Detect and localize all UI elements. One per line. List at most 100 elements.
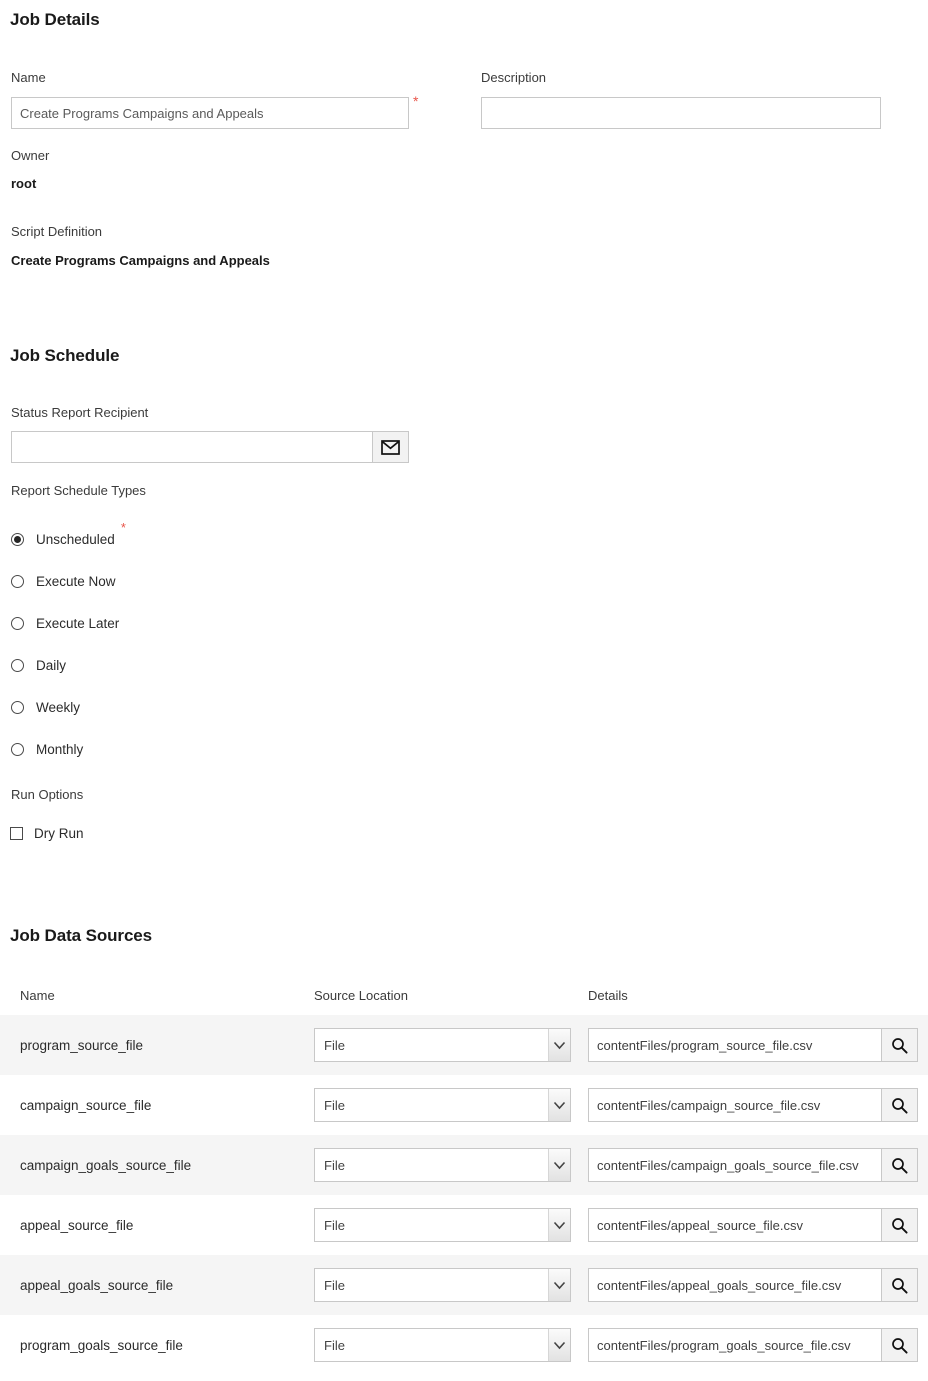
name-label: Name [11, 70, 46, 85]
data-source-name: appeal_source_file [20, 1217, 134, 1233]
radio-label: Execute Now [36, 573, 116, 589]
email-recipient-button[interactable] [373, 431, 409, 463]
table-row: program_source_file File [0, 1015, 928, 1075]
script-definition-value: Create Programs Campaigns and Appeals [11, 253, 270, 268]
radio-option-daily[interactable]: Daily [9, 644, 126, 686]
job-schedule-heading: Job Schedule [10, 346, 120, 365]
radio-label: Daily [36, 657, 67, 673]
script-definition-label: Script Definition [11, 224, 103, 239]
cell-source-location: File [312, 1255, 584, 1315]
details-input[interactable] [588, 1088, 882, 1122]
details-search-button[interactable] [882, 1268, 918, 1302]
radio-indicator [11, 742, 24, 756]
status-report-recipient-group [11, 431, 409, 463]
radio-option-execute-now[interactable]: Execute Now [9, 560, 126, 602]
chevron-down-icon [548, 1329, 570, 1361]
data-source-name: appeal_goals_source_file [20, 1277, 174, 1293]
search-icon [891, 1097, 908, 1114]
details-search-button[interactable] [882, 1148, 918, 1182]
source-location-value: File [324, 1217, 345, 1233]
radio-indicator [11, 616, 24, 630]
name-input[interactable] [11, 97, 409, 129]
search-icon [891, 1277, 908, 1294]
job-data-sources-heading: Job Data Sources [10, 926, 153, 945]
details-input-group [588, 1208, 918, 1242]
details-search-button[interactable] [882, 1328, 918, 1362]
details-search-button[interactable] [882, 1028, 918, 1062]
cell-source-location: File [312, 1075, 584, 1135]
dry-run-checkbox-row[interactable]: Dry Run [10, 826, 84, 841]
data-source-name: campaign_source_file [20, 1097, 152, 1113]
cell-name: program_source_file [0, 1015, 312, 1075]
search-icon [891, 1337, 908, 1354]
search-icon [891, 1037, 908, 1054]
radio-indicator [11, 658, 24, 672]
radio-indicator [11, 532, 24, 546]
chevron-down-icon [548, 1209, 570, 1241]
cell-name: program_goals_source_file [0, 1315, 312, 1375]
dry-run-checkbox-indicator [10, 827, 23, 840]
radio-label: Weekly [36, 699, 81, 715]
details-input-group [588, 1028, 918, 1062]
source-location-select[interactable]: File [314, 1148, 571, 1182]
details-input-group [588, 1328, 918, 1362]
envelope-icon [381, 439, 400, 455]
cell-details [584, 1015, 928, 1075]
details-input[interactable] [588, 1208, 882, 1242]
radio-indicator [11, 700, 24, 714]
details-search-button[interactable] [882, 1208, 918, 1242]
cell-details [584, 1075, 928, 1135]
chevron-down-icon [548, 1149, 570, 1181]
chevron-down-icon [548, 1269, 570, 1301]
radio-label: Execute Later [36, 615, 120, 631]
status-report-recipient-input[interactable] [11, 431, 373, 463]
source-location-select[interactable]: File [314, 1328, 571, 1362]
table-row: program_goals_source_file File [0, 1315, 928, 1375]
details-input[interactable] [588, 1028, 882, 1062]
column-header-source-location: Source Location [314, 988, 408, 1003]
radio-option-unscheduled[interactable]: Unscheduled * [9, 518, 126, 560]
details-input-group [588, 1088, 918, 1122]
status-report-recipient-label: Status Report Recipient [11, 405, 149, 420]
description-label: Description [481, 70, 547, 85]
source-location-value: File [324, 1037, 345, 1053]
details-input[interactable] [588, 1148, 882, 1182]
job-data-sources-table-container: Name Source Location Details program_sou… [0, 988, 928, 1375]
source-location-value: File [324, 1157, 345, 1173]
cell-source-location: File [312, 1315, 584, 1375]
cell-name: appeal_goals_source_file [0, 1255, 312, 1315]
radio-option-weekly[interactable]: Weekly [9, 686, 126, 728]
report-schedule-types-label: Report Schedule Types [11, 483, 146, 498]
table-row: appeal_source_file File [0, 1195, 928, 1255]
details-input-group [588, 1148, 918, 1182]
cell-source-location: File [312, 1015, 584, 1075]
radio-option-monthly[interactable]: Monthly [9, 728, 126, 770]
chevron-down-icon [548, 1089, 570, 1121]
column-header-name: Name [20, 988, 55, 1003]
report-schedule-types-radio-group: Unscheduled * Execute Now Execute Later … [9, 518, 126, 770]
table-row: campaign_goals_source_file File [0, 1135, 928, 1195]
radio-label: Unscheduled [36, 531, 115, 547]
table-row: appeal_goals_source_file File [0, 1255, 928, 1315]
run-options-label: Run Options [11, 787, 84, 802]
details-input[interactable] [588, 1268, 882, 1302]
job-data-sources-table: Name Source Location Details program_sou… [0, 988, 928, 1375]
chevron-down-icon [548, 1029, 570, 1061]
owner-label: Owner [11, 148, 50, 163]
description-input[interactable] [481, 97, 881, 129]
cell-source-location: File [312, 1135, 584, 1195]
details-input-group [588, 1268, 918, 1302]
radio-label: Monthly [36, 741, 84, 757]
details-search-button[interactable] [882, 1088, 918, 1122]
source-location-select[interactable]: File [314, 1268, 571, 1302]
radio-option-execute-later[interactable]: Execute Later [9, 602, 126, 644]
cell-details [584, 1135, 928, 1195]
source-location-select[interactable]: File [314, 1208, 571, 1242]
source-location-select[interactable]: File [314, 1088, 571, 1122]
details-input[interactable] [588, 1328, 882, 1362]
data-source-name: campaign_goals_source_file [20, 1157, 192, 1173]
source-location-select[interactable]: File [314, 1028, 571, 1062]
search-icon [891, 1217, 908, 1234]
cell-details [584, 1315, 928, 1375]
table-header-row: Name Source Location Details [0, 988, 928, 1015]
